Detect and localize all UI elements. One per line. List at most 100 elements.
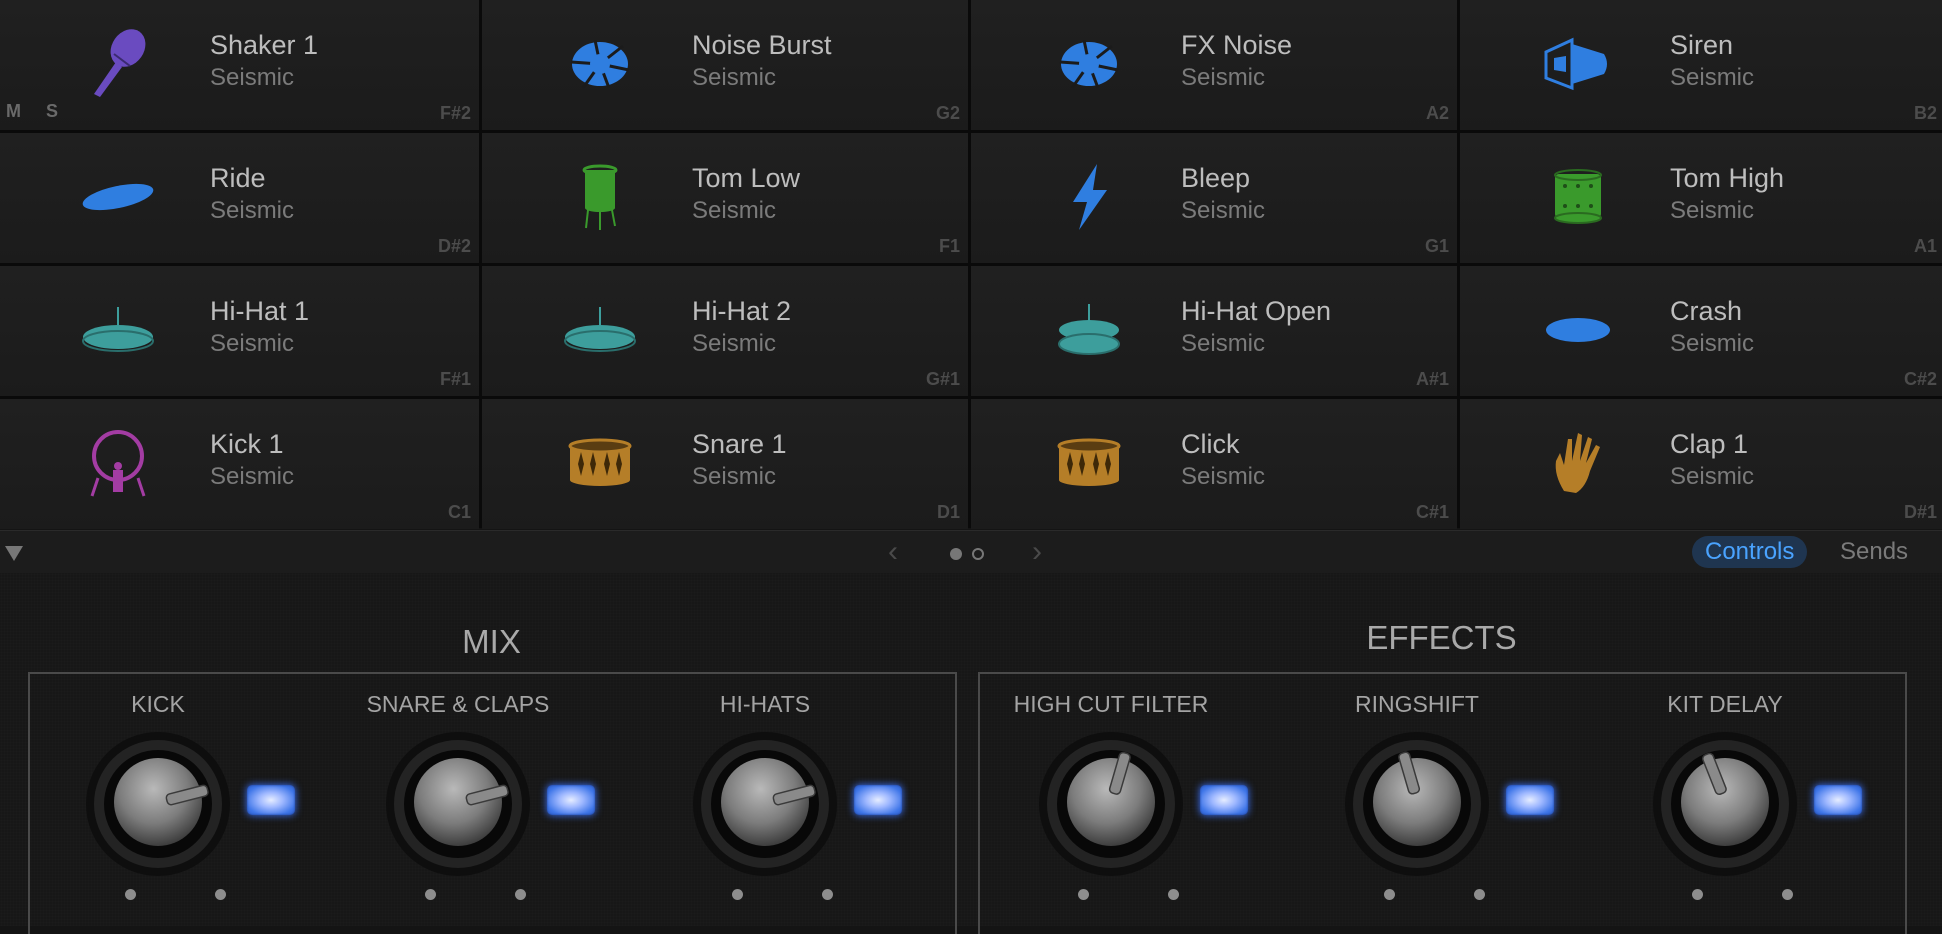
control-label: HIGH CUT FILTER (1013, 691, 1209, 717)
hihat-icon (70, 294, 166, 366)
control-label: KICK (131, 691, 185, 717)
floor-tom-icon (552, 161, 648, 233)
rotary-knob[interactable] (385, 731, 531, 877)
pad-name: FX Noise (1181, 30, 1293, 60)
pad-name: Snare 1 (692, 429, 787, 459)
pad-name: Siren (1670, 30, 1734, 60)
tom-icon (1530, 161, 1626, 233)
drum-pad[interactable]: Kick 1 Seismic C1 (0, 399, 479, 529)
rotary-knob[interactable] (1038, 731, 1184, 877)
tab-sends[interactable]: Sends (1827, 536, 1921, 568)
enable-toggle[interactable] (247, 785, 295, 815)
drum-pad[interactable]: Hi-Hat Open Seismic A#1 (971, 266, 1457, 396)
pad-name: Hi-Hat Open (1181, 296, 1332, 326)
enable-toggle[interactable] (547, 785, 595, 815)
pad-toolbar: ‹ › Controls Sends (0, 530, 1942, 575)
pad-kit: Seismic (1181, 197, 1266, 224)
drum-pad[interactable]: Ride Seismic D#2 (0, 133, 479, 263)
knob-min-marker (1692, 889, 1703, 900)
drum-pad[interactable]: Click Seismic C#1 (971, 399, 1457, 529)
pad-note: G#1 (925, 369, 960, 389)
pad-kit: Seismic (692, 197, 777, 224)
pad-note: G1 (1424, 236, 1449, 256)
drum-pad[interactable]: Hi-Hat 1 Seismic F#1 (0, 266, 479, 396)
clap-hand-icon (1530, 427, 1626, 499)
pad-note: A#1 (1415, 369, 1449, 389)
rotary-knob[interactable] (1344, 731, 1490, 877)
rotary-knob[interactable] (1652, 731, 1798, 877)
pad-name: Hi-Hat 1 (210, 296, 310, 326)
pad-kit: Seismic (210, 330, 295, 357)
next-page-button[interactable]: › (1032, 537, 1042, 567)
pad-note: D#2 (437, 236, 471, 256)
pad-name: Noise Burst (692, 30, 832, 60)
drum-pad[interactable]: Crash Seismic C#2 (1460, 266, 1942, 396)
pad-kit: Seismic (1181, 330, 1266, 357)
pad-name: Ride (210, 163, 266, 193)
knob-min-marker (1384, 889, 1395, 900)
pad-name: Tom Low (692, 163, 801, 193)
pad-kit: Seismic (692, 330, 777, 357)
pad-note: F#2 (439, 103, 471, 123)
knob-min-marker (125, 889, 136, 900)
drum-pad[interactable]: Tom High Seismic A1 (1460, 133, 1942, 263)
pad-kit: Seismic (1670, 330, 1755, 357)
pad-note: C#2 (1903, 369, 1937, 389)
pad-name: Clap 1 (1670, 429, 1749, 459)
solo-button[interactable]: S (46, 101, 58, 122)
pad-note: C1 (447, 502, 471, 522)
previous-page-button[interactable]: ‹ (888, 537, 898, 567)
knob-min-marker (732, 889, 743, 900)
burst-icon (552, 28, 648, 100)
hihat-icon (552, 294, 648, 366)
pad-kit: Seismic (692, 463, 777, 490)
page-indicator-2[interactable] (972, 548, 984, 560)
pad-name: Tom High (1670, 163, 1785, 193)
mix-section-title: MIX (462, 623, 521, 660)
pad-kit: Seismic (210, 197, 295, 224)
drum-pad[interactable]: Tom Low Seismic F1 (482, 133, 968, 263)
controls-panel: MIX EFFECTS KICK SNARE & CLAPS HI-HATS H… (0, 573, 1942, 934)
knob-max-marker (1168, 889, 1179, 900)
pad-kit: Seismic (210, 64, 295, 91)
tab-controls[interactable]: Controls (1692, 536, 1808, 568)
drum-pad[interactable]: Hi-Hat 2 Seismic G#1 (482, 266, 968, 396)
drum-pad[interactable]: Bleep Seismic G1 (971, 133, 1457, 263)
burst-icon (1041, 28, 1137, 100)
pad-name: Kick 1 (210, 429, 284, 459)
pad-note: F#1 (439, 369, 471, 389)
hihat-open-icon (1041, 294, 1137, 366)
enable-toggle[interactable] (1506, 785, 1554, 815)
drum-pad[interactable]: FX Noise Seismic A2 (971, 0, 1457, 130)
drum-pad[interactable]: Clap 1 Seismic D#1 (1460, 399, 1942, 529)
knob-max-marker (215, 889, 226, 900)
pad-kit: Seismic (1181, 463, 1266, 490)
crash-cymbal-icon (1530, 294, 1626, 366)
pad-note: D#1 (1903, 502, 1937, 522)
rotary-knob[interactable] (85, 731, 231, 877)
enable-toggle[interactable] (1200, 785, 1248, 815)
mute-button[interactable]: M (6, 101, 21, 122)
pad-name: Click (1181, 429, 1240, 459)
pad-kit: Seismic (1670, 197, 1755, 224)
enable-toggle[interactable] (1814, 785, 1862, 815)
pad-name: Shaker 1 (210, 30, 319, 60)
pad-note: B2 (1913, 103, 1937, 123)
megaphone-icon (1530, 28, 1626, 100)
pad-kit: Seismic (1181, 64, 1266, 91)
rotary-knob[interactable] (692, 731, 838, 877)
drum-pad[interactable]: Siren Seismic B2 (1460, 0, 1942, 130)
pad-note: D1 (936, 502, 960, 522)
maraca-icon (70, 28, 166, 100)
pad-kit: Seismic (1670, 64, 1755, 91)
knob-min-marker (1078, 889, 1089, 900)
drum-pad[interactable]: Noise Burst Seismic G2 (482, 0, 968, 130)
drum-pad[interactable]: Snare 1 Seismic D1 (482, 399, 968, 529)
pad-name: Hi-Hat 2 (692, 296, 792, 326)
pad-note: C#1 (1415, 502, 1449, 522)
collapse-triangle-icon[interactable] (5, 546, 23, 561)
pad-name: Crash (1670, 296, 1743, 326)
enable-toggle[interactable] (854, 785, 902, 815)
drum-pad[interactable]: Shaker 1 Seismic F#2 M S (0, 0, 479, 130)
page-indicator-1[interactable] (950, 548, 962, 560)
